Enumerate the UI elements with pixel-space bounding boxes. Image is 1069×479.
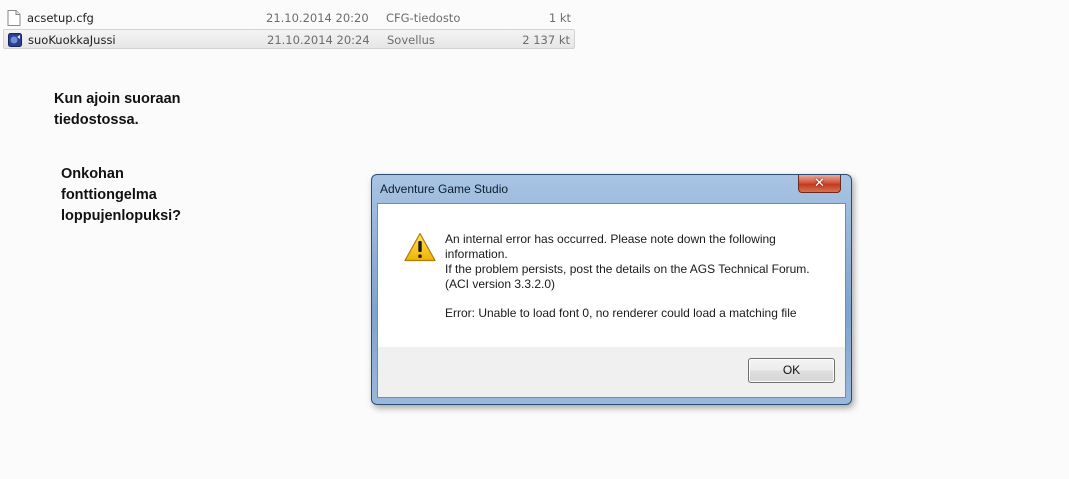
file-type: CFG-tiedosto: [386, 11, 461, 25]
note-line: Kun ajoin suoraan: [54, 91, 181, 107]
message-line: information.: [445, 247, 508, 261]
note-line: Onkohan: [61, 166, 124, 182]
document-file-icon: [7, 10, 21, 26]
note-line: tiedostossa.: [54, 112, 139, 128]
file-row-suokuokkajussi[interactable]: suoKuokkaJussi 21.10.2014 20:24 Sovellus…: [3, 29, 575, 49]
close-button[interactable]: ✕: [798, 175, 841, 193]
file-row-acsetup[interactable]: acsetup.cfg 21.10.2014 20:20 CFG-tiedost…: [3, 8, 575, 28]
note-first: Kun ajoin suoraan tiedostossa.: [54, 89, 181, 131]
error-message: An internal error has occurred. Please n…: [445, 232, 840, 321]
file-date: 21.10.2014 20:20: [266, 11, 369, 25]
note-second: Onkohan fonttiongelma loppujenlopuksi?: [61, 164, 181, 227]
message-line: (ACI version 3.3.2.0): [445, 277, 556, 291]
dialog-client-area: An internal error has occurred. Please n…: [377, 203, 846, 398]
file-name: acsetup.cfg: [27, 11, 94, 25]
message-area: An internal error has occurred. Please n…: [378, 204, 845, 347]
ok-button[interactable]: OK: [748, 358, 835, 383]
warning-icon: [404, 232, 436, 262]
dialog-title: Adventure Game Studio: [380, 182, 509, 196]
message-line: An internal error has occurred. Please n…: [445, 232, 776, 246]
ags-application-icon: [8, 33, 22, 47]
file-date: 21.10.2014 20:24: [267, 33, 370, 47]
error-dialog: Adventure Game Studio ✕ An internal erro…: [371, 174, 852, 405]
file-size: 1 kt: [548, 11, 571, 25]
error-detail: Error: Unable to load font 0, no rendere…: [445, 306, 797, 320]
file-type: Sovellus: [387, 33, 435, 47]
note-line: fonttiongelma: [61, 187, 157, 203]
file-size: 2 137 kt: [522, 33, 570, 47]
file-name: suoKuokkaJussi: [28, 33, 116, 47]
close-icon: ✕: [814, 176, 825, 191]
note-line: loppujenlopuksi?: [61, 208, 182, 224]
message-line: If the problem persists, post the detail…: [445, 262, 810, 276]
